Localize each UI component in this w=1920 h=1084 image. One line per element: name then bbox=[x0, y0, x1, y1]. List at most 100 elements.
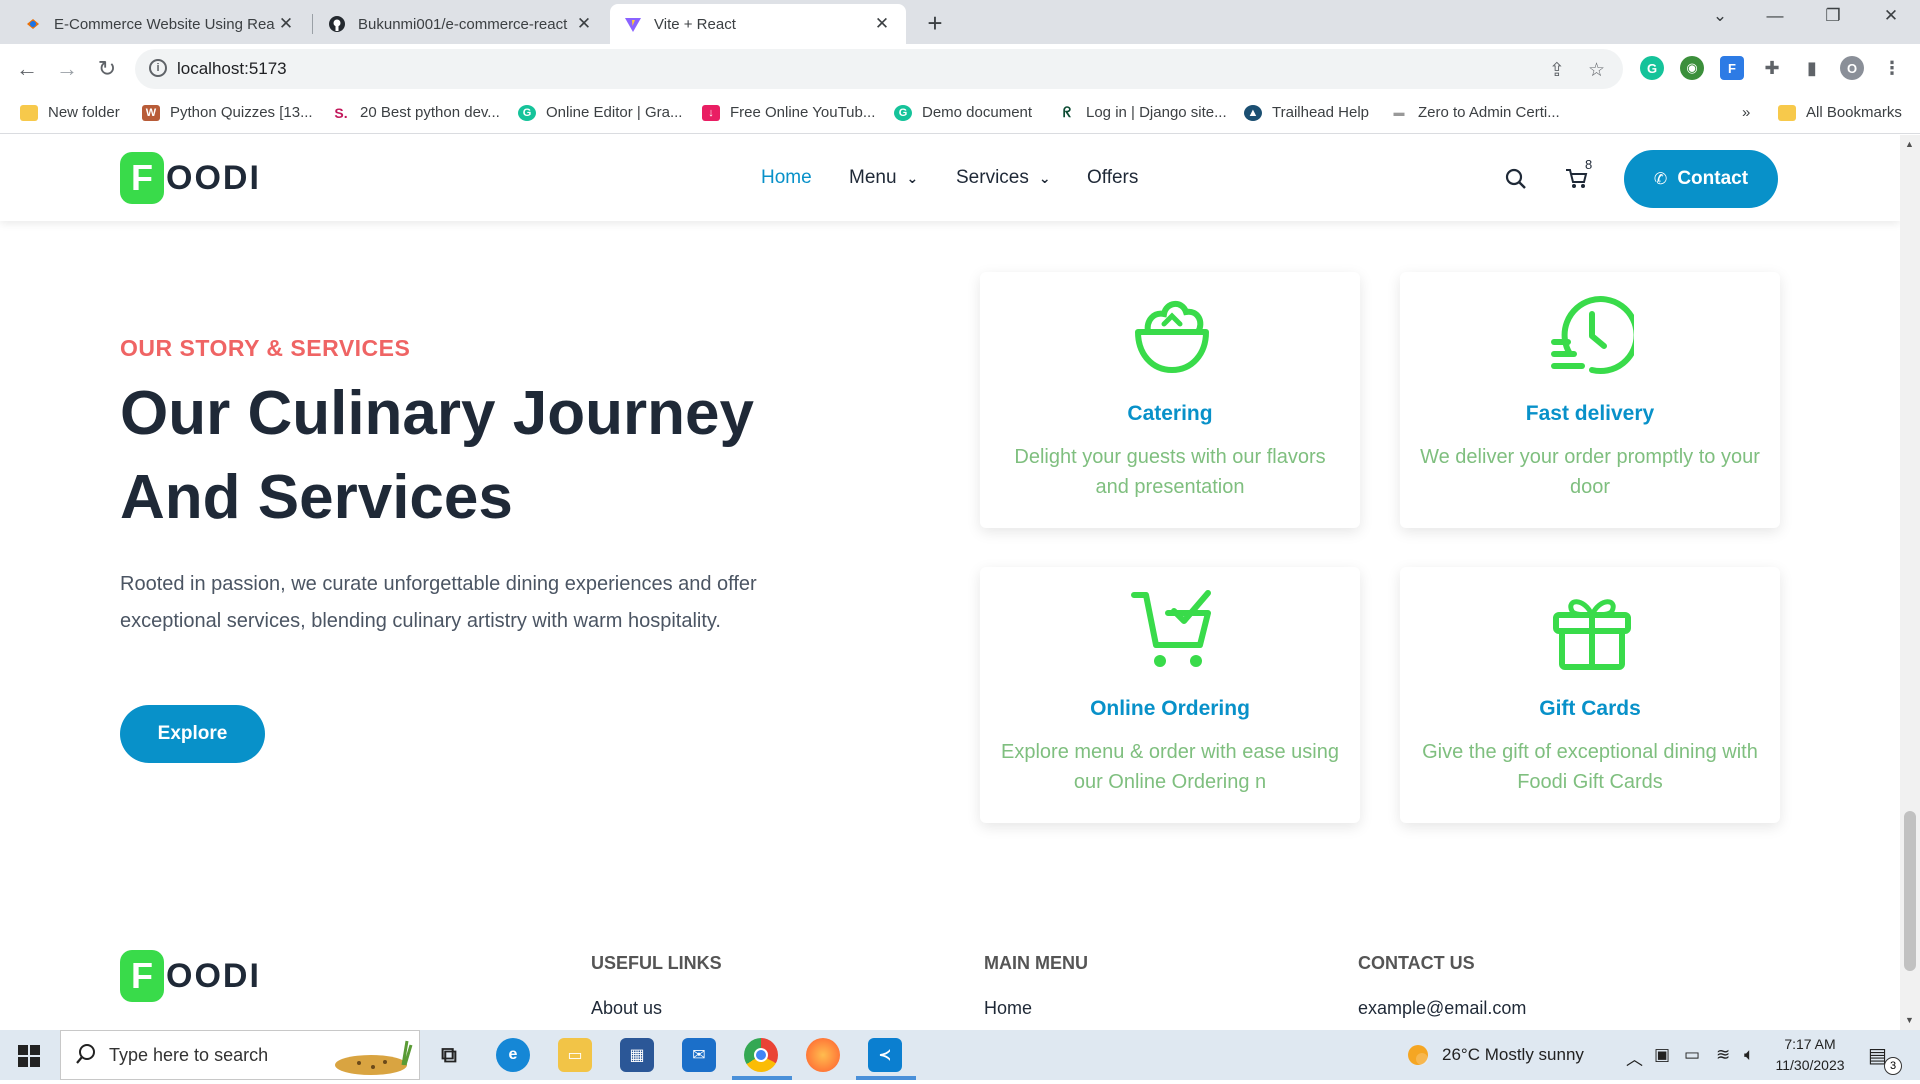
nav-menu[interactable]: Menu ⌄ bbox=[849, 167, 918, 189]
service-card-gift-cards[interactable]: Gift Cards Give the gift of exceptional … bbox=[1400, 567, 1780, 823]
page-scrollbar[interactable]: ▲ ▼ bbox=[1900, 135, 1920, 1030]
tab-search-icon[interactable]: ⌄ bbox=[1700, 6, 1740, 26]
extension-fi-icon[interactable]: F bbox=[1720, 56, 1744, 80]
system-clock[interactable]: 7:17 AM 11/30/2023 bbox=[1770, 1034, 1850, 1076]
django-icon: ᖇ bbox=[1058, 104, 1076, 121]
all-bookmarks[interactable]: All Bookmarks bbox=[1778, 104, 1902, 121]
close-icon[interactable]: ✕ bbox=[276, 14, 296, 34]
tab-title: Vite + React bbox=[654, 15, 736, 33]
browser-tab[interactable]: E-Commerce Website Using Rea ✕ bbox=[10, 4, 310, 44]
contact-button[interactable]: ✆ Contact bbox=[1624, 150, 1778, 208]
nav-home[interactable]: Home bbox=[761, 167, 812, 189]
logo-mark: F bbox=[120, 152, 164, 204]
service-description: Give the gift of exceptional dining with… bbox=[1422, 741, 1758, 793]
footer-link-home[interactable]: Home bbox=[984, 998, 1032, 1019]
scroll-up-icon[interactable]: ▲ bbox=[1905, 139, 1914, 149]
device-icon[interactable]: ▣ bbox=[1654, 1045, 1670, 1065]
explore-button[interactable]: Explore bbox=[120, 705, 265, 763]
extensions-puzzle-icon[interactable]: ✚ bbox=[1760, 56, 1784, 80]
site-logo[interactable]: F OODI bbox=[120, 152, 261, 204]
browser-tab-active[interactable]: Vite + React ✕ bbox=[610, 4, 906, 44]
minimize-icon[interactable]: — bbox=[1755, 6, 1795, 26]
service-title: Fast delivery bbox=[1525, 402, 1655, 425]
bookmark-star-icon[interactable]: ☆ bbox=[1588, 59, 1605, 82]
clock-time: 7:17 AM bbox=[1784, 1036, 1836, 1052]
footer-email-link[interactable]: example@email.com bbox=[1358, 998, 1526, 1019]
active-app-indicator bbox=[732, 1076, 792, 1080]
bookmark-label: Demo document bbox=[922, 104, 1033, 121]
bookmark-item[interactable]: G Online Editor | Gra... bbox=[518, 104, 682, 121]
grammarly-extension-icon[interactable]: G bbox=[1640, 56, 1664, 80]
grammarly-icon: G bbox=[894, 104, 912, 121]
task-view-icon[interactable]: ⧉ bbox=[432, 1038, 466, 1072]
firefox-icon[interactable] bbox=[806, 1038, 840, 1072]
battery-icon[interactable]: ▭ bbox=[1684, 1045, 1700, 1065]
mail-icon[interactable]: ✉ bbox=[682, 1038, 716, 1072]
bookmark-label: Python Quizzes [13... bbox=[170, 104, 313, 121]
bookmark-label: 20 Best python dev... bbox=[360, 104, 500, 121]
bookmark-item[interactable]: ▬ Zero to Admin Certi... bbox=[1390, 104, 1560, 121]
footer-heading-contact-us: CONTACT US bbox=[1358, 953, 1475, 973]
file-explorer-icon[interactable]: ▭ bbox=[558, 1038, 592, 1072]
footer-link-about-us[interactable]: About us bbox=[591, 998, 662, 1019]
s-logo-icon: S. bbox=[332, 104, 350, 121]
taskbar-search-box[interactable]: Type here to search bbox=[60, 1030, 420, 1080]
vscode-icon[interactable]: ≺ bbox=[868, 1038, 902, 1072]
nav-services[interactable]: Services ⌄ bbox=[956, 167, 1051, 189]
browser-menu-icon[interactable]: ⋮ bbox=[1880, 56, 1904, 80]
new-tab-button[interactable]: + bbox=[920, 8, 950, 39]
side-panel-icon[interactable]: ▮ bbox=[1800, 56, 1824, 80]
back-icon[interactable]: ← bbox=[12, 56, 42, 82]
site-info-icon[interactable]: i bbox=[149, 59, 167, 77]
logo-mark: F bbox=[120, 950, 164, 1002]
vite-icon bbox=[624, 15, 642, 33]
wifi-icon[interactable]: ≋ bbox=[1716, 1045, 1730, 1065]
share-icon[interactable]: ⇪ bbox=[1549, 59, 1565, 82]
webpage-icon bbox=[24, 15, 42, 33]
scrollbar-thumb[interactable] bbox=[1904, 811, 1916, 971]
profile-avatar[interactable]: O bbox=[1840, 56, 1864, 80]
search-highlight-illustration-icon bbox=[323, 1035, 419, 1084]
nav-label: Offers bbox=[1087, 167, 1139, 188]
bookmark-item[interactable]: W Python Quizzes [13... bbox=[142, 104, 313, 121]
logo-text: OODI bbox=[166, 158, 261, 197]
page-icon: ▬ bbox=[1390, 104, 1408, 121]
bookmark-item[interactable]: ᖇ Log in | Django site... bbox=[1058, 104, 1227, 121]
service-card-online-ordering[interactable]: Online Ordering Explore menu & order wit… bbox=[980, 567, 1360, 823]
chevron-up-icon[interactable]: ︿ bbox=[1626, 1045, 1643, 1070]
bookmark-item[interactable]: New folder bbox=[20, 104, 120, 121]
volume-icon[interactable]: 🔈︎ bbox=[1744, 1045, 1754, 1065]
extension-globe-icon[interactable]: ◉ bbox=[1680, 56, 1704, 80]
bookmark-item[interactable]: G Demo document bbox=[894, 104, 1032, 121]
edge-browser-icon[interactable]: e bbox=[496, 1038, 530, 1072]
bookmark-item[interactable]: S. 20 Best python dev... bbox=[332, 104, 500, 121]
close-icon[interactable]: ✕ bbox=[574, 14, 594, 34]
reload-icon[interactable]: ↻ bbox=[92, 56, 122, 82]
scroll-down-icon[interactable]: ▼ bbox=[1905, 1015, 1914, 1025]
footer-logo[interactable]: F OODI bbox=[120, 950, 261, 1002]
forward-icon[interactable]: → bbox=[52, 56, 82, 82]
service-card-fast-delivery[interactable]: Fast delivery We deliver your order prom… bbox=[1400, 272, 1780, 528]
weather-sun-icon[interactable] bbox=[1405, 1042, 1431, 1073]
weather-text[interactable]: 26°C Mostly sunny bbox=[1442, 1045, 1584, 1065]
search-placeholder: Type here to search bbox=[109, 1045, 269, 1065]
window-close-icon[interactable]: ✕ bbox=[1871, 6, 1911, 26]
search-icon[interactable] bbox=[1505, 168, 1527, 195]
folder-icon bbox=[1778, 104, 1796, 121]
browser-tab[interactable]: Bukunmi001/e-commerce-react ✕ bbox=[314, 4, 608, 44]
cart-icon[interactable] bbox=[1565, 168, 1589, 195]
restore-icon[interactable]: ❐ bbox=[1813, 6, 1853, 26]
cart-count-badge: 8 bbox=[1585, 157, 1593, 172]
bookmark-item[interactable]: ↓ Free Online YouTub... bbox=[702, 104, 875, 121]
salad-bowl-icon bbox=[1135, 301, 1209, 373]
chrome-icon[interactable] bbox=[744, 1038, 778, 1072]
windows-start-icon[interactable] bbox=[18, 1045, 40, 1072]
close-icon[interactable]: ✕ bbox=[872, 14, 892, 34]
bookmark-item[interactable]: ▲ Trailhead Help bbox=[1244, 104, 1369, 121]
bookmarks-overflow-button[interactable]: » bbox=[1742, 104, 1750, 121]
service-card-catering[interactable]: Catering Delight your guests with our fl… bbox=[980, 272, 1360, 528]
address-bar[interactable]: i localhost:5173 ⇪ ☆ bbox=[135, 49, 1623, 89]
microsoft-store-icon[interactable]: ▦ bbox=[620, 1038, 654, 1072]
nav-offers[interactable]: Offers bbox=[1087, 167, 1138, 189]
url-text: localhost:5173 bbox=[177, 59, 287, 78]
